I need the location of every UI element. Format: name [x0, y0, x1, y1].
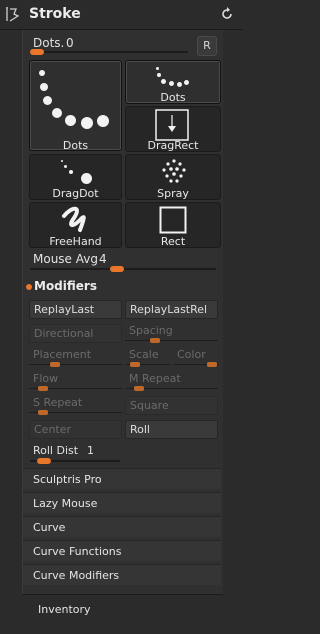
dot-mark — [169, 81, 174, 86]
dots-slider[interactable]: Dots. 0 — [30, 36, 193, 56]
spacing-label: Spacing — [129, 324, 173, 337]
dragrect-icon — [155, 109, 189, 141]
subpalette-sculptris-pro[interactable]: Sculptris Pro — [23, 468, 221, 489]
replay-last-button[interactable]: ReplayLast — [29, 300, 122, 319]
dots-slider-label: Dots. — [33, 36, 65, 50]
slider-knob[interactable] — [30, 49, 44, 55]
mouse-avg-label: Mouse Avg — [33, 252, 98, 266]
flow-label: Flow — [33, 372, 59, 385]
roll-button[interactable]: Roll — [125, 420, 218, 439]
slider-knob[interactable] — [37, 458, 51, 464]
dot-mark — [161, 79, 166, 84]
slider-track — [29, 364, 122, 365]
center-button[interactable]: Center — [29, 420, 122, 439]
dot-mark — [177, 82, 182, 87]
divider — [22, 594, 223, 595]
dot-mark — [52, 108, 62, 118]
stroke-label: DragRect — [147, 139, 199, 152]
stroke-label: DragDot — [52, 187, 99, 200]
stroke-freehand[interactable]: FreeHand — [29, 202, 122, 248]
spray-icon — [162, 159, 186, 183]
roll-dist-value: 1 — [87, 444, 94, 457]
slider-track — [30, 51, 188, 53]
dot-mark — [81, 117, 93, 129]
slider-knob[interactable] — [38, 410, 48, 415]
dot-mark — [43, 96, 52, 105]
color-slider[interactable]: Color — [173, 348, 219, 368]
slider-knob[interactable] — [110, 266, 124, 272]
dot-mark — [64, 165, 67, 168]
s-repeat-label: S Repeat — [33, 396, 83, 409]
scale-slider[interactable]: Scale — [125, 348, 170, 368]
color-label: Color — [177, 348, 206, 361]
subpalette-curve[interactable]: Curve — [23, 516, 221, 537]
freehand-icon — [62, 206, 86, 232]
s-repeat-slider[interactable]: S Repeat — [29, 396, 122, 416]
slider-knob[interactable] — [38, 386, 48, 391]
palette-title: Stroke — [29, 6, 81, 22]
modifiers-header[interactable]: Modifiers — [34, 279, 97, 293]
replay-last-rel-button[interactable]: ReplayLastRel — [125, 300, 218, 319]
dot-mark — [184, 80, 189, 85]
subpalette-lazy-mouse[interactable]: Lazy Mouse — [23, 492, 221, 513]
dot-mark — [157, 73, 161, 77]
slider-knob[interactable] — [50, 362, 60, 367]
mouse-avg-slider[interactable]: Mouse Avg 4 — [30, 252, 219, 272]
stroke-dots-large[interactable]: Dots — [29, 60, 122, 152]
mouse-avg-value: 4 — [99, 252, 107, 266]
dot-mark — [156, 67, 159, 70]
subpalette-curve-functions[interactable]: Curve Functions — [23, 540, 221, 561]
slider-knob[interactable] — [207, 362, 217, 367]
modifiers-bullet-icon — [26, 284, 32, 290]
reset-r-button[interactable]: R — [197, 36, 217, 56]
stroke-label: Dots — [62, 139, 89, 152]
placement-slider[interactable]: Placement — [29, 348, 122, 368]
directional-button[interactable]: Directional — [29, 324, 122, 343]
stroke-dragrect[interactable]: DragRect — [125, 106, 221, 152]
inventory-palette[interactable]: Inventory — [38, 603, 91, 616]
stroke-label: Spray — [157, 187, 189, 200]
slider-knob[interactable] — [130, 362, 140, 367]
placement-label: Placement — [33, 348, 92, 361]
refresh-icon[interactable] — [219, 6, 235, 22]
flow-slider[interactable]: Flow — [29, 372, 122, 392]
stroke-dots-small[interactable]: Dots — [125, 60, 221, 104]
scale-label: Scale — [129, 348, 159, 361]
slider-knob[interactable] — [150, 338, 160, 343]
stroke-palette-header[interactable]: Stroke — [0, 0, 243, 30]
stroke-rect[interactable]: Rect — [125, 202, 221, 248]
slider-track — [125, 340, 218, 341]
stroke-label: Dots — [160, 91, 186, 104]
dot-mark — [61, 160, 63, 162]
roll-dist-label: Roll Dist — [33, 444, 79, 457]
dot-mark — [39, 70, 45, 76]
stroke-label: Rect — [160, 235, 186, 248]
dot-mark — [69, 170, 73, 174]
slider-knob[interactable] — [134, 386, 144, 391]
subpalette-curve-modifiers[interactable]: Curve Modifiers — [23, 564, 221, 585]
spacing-slider[interactable]: Spacing — [125, 324, 218, 344]
dot-mark — [40, 83, 48, 91]
rect-icon — [159, 206, 187, 234]
m-repeat-slider[interactable]: M Repeat — [125, 372, 218, 392]
dragdot-icon — [81, 173, 92, 184]
stroke-dragdot[interactable]: DragDot — [29, 154, 122, 200]
dot-mark — [97, 115, 109, 127]
stroke-icon — [6, 7, 20, 22]
dot-mark — [65, 115, 76, 126]
m-repeat-label: M Repeat — [129, 372, 181, 385]
stroke-label: FreeHand — [49, 235, 102, 248]
roll-dist-slider[interactable]: Roll Dist 1 — [30, 444, 123, 464]
dots-slider-value: 0 — [66, 36, 74, 50]
square-button[interactable]: Square — [125, 396, 218, 415]
stroke-spray[interactable]: Spray — [125, 154, 221, 200]
